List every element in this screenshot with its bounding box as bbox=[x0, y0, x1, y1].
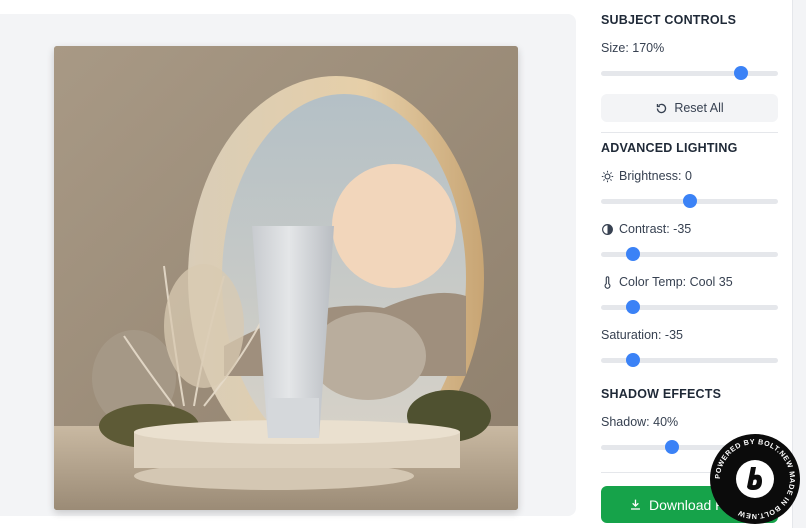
section-divider bbox=[601, 132, 778, 133]
thermometer-icon bbox=[601, 275, 614, 289]
size-slider[interactable] bbox=[601, 65, 778, 81]
slider-thumb[interactable] bbox=[625, 300, 640, 314]
app-root: SUBJECT CONTROLS Size: 170% Reset All AD… bbox=[0, 0, 806, 528]
slider-thumb[interactable] bbox=[682, 194, 697, 208]
reset-all-label: Reset All bbox=[674, 101, 724, 115]
advanced-lighting-title: ADVANCED LIGHTING bbox=[601, 141, 738, 155]
slider-thumb[interactable] bbox=[664, 440, 679, 454]
subject-controls-title: SUBJECT CONTROLS bbox=[601, 13, 737, 27]
slider-thumb[interactable] bbox=[733, 66, 748, 80]
reset-all-button[interactable]: Reset All bbox=[601, 94, 778, 122]
bolt-badge[interactable]: POWERED BY BOLT.NEW MADE IN BOLT.NEW bbox=[710, 434, 800, 524]
shadow-label: Shadow: 40% bbox=[601, 415, 678, 429]
saturation-slider[interactable] bbox=[601, 352, 778, 368]
shadow-label-text: Shadow: 40% bbox=[601, 415, 679, 429]
contrast-icon bbox=[601, 223, 614, 236]
contrast-label-text: Contrast: -35 bbox=[619, 222, 692, 236]
brightness-slider[interactable] bbox=[601, 193, 778, 209]
reset-icon bbox=[655, 102, 668, 115]
size-label-text: Size: 170% bbox=[601, 41, 665, 55]
brightness-label: Brightness: 0 bbox=[601, 169, 692, 183]
size-label: Size: 170% bbox=[601, 41, 664, 55]
shadow-effects-title: SHADOW EFFECTS bbox=[601, 387, 722, 401]
contrast-slider[interactable] bbox=[601, 246, 778, 262]
bolt-logo-icon bbox=[736, 460, 774, 498]
slider-thumb[interactable] bbox=[625, 247, 640, 261]
preview-panel bbox=[0, 14, 576, 516]
download-icon bbox=[629, 498, 642, 511]
product-preview-image[interactable] bbox=[54, 46, 518, 510]
color-temp-label-text: Color Temp: Cool 35 bbox=[619, 275, 733, 289]
brightness-label-text: Brightness: 0 bbox=[619, 169, 692, 183]
contrast-label: Contrast: -35 bbox=[601, 222, 691, 236]
saturation-label: Saturation: -35 bbox=[601, 328, 683, 342]
saturation-label-text: Saturation: -35 bbox=[601, 328, 683, 342]
sun-icon bbox=[601, 170, 614, 183]
color-temp-label: Color Temp: Cool 35 bbox=[601, 275, 733, 289]
slider-thumb[interactable] bbox=[625, 353, 640, 367]
slider-track bbox=[601, 71, 778, 76]
color-temp-slider[interactable] bbox=[601, 299, 778, 315]
